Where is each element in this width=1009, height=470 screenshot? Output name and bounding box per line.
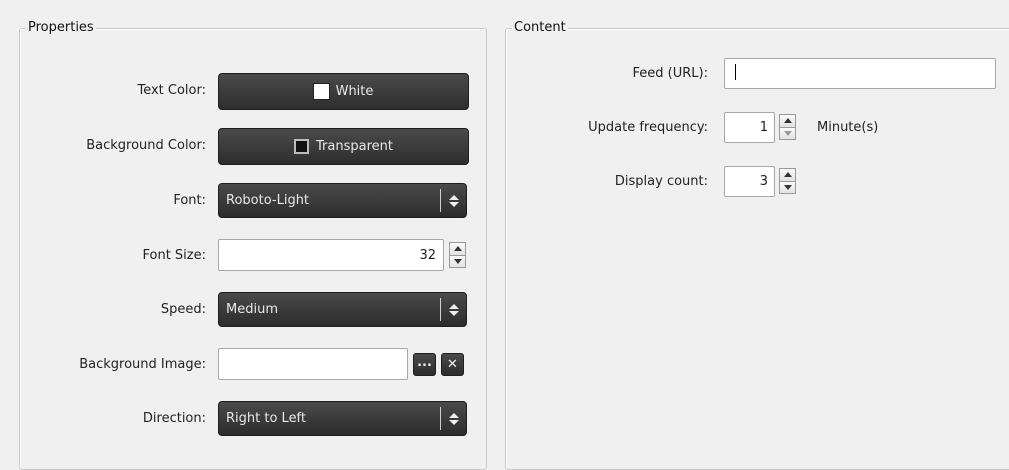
browse-button[interactable]: ... (413, 353, 436, 376)
direction-value: Right to Left (226, 411, 307, 426)
font-size-value: 32 (419, 247, 436, 263)
update-frequency-down-button[interactable] (779, 127, 796, 140)
display-count-down-button[interactable] (779, 181, 796, 194)
update-frequency-spinner[interactable] (779, 114, 796, 140)
direction-label: Direction: (142, 411, 206, 426)
white-swatch-icon (313, 84, 329, 99)
arrow-up-icon (783, 172, 792, 178)
display-count-label: Display count: (614, 174, 708, 189)
direction-select-updown-icon (448, 411, 460, 427)
speed-label: Speed: (160, 302, 206, 317)
arrow-down-icon (783, 184, 792, 190)
content-group-title: Content (512, 20, 568, 36)
background-color-button[interactable]: Transparent (218, 128, 469, 165)
display-count-input[interactable]: 3 (724, 166, 775, 197)
feed-url-label: Feed (URL): (632, 66, 708, 81)
properties-group-title: Properties (26, 20, 96, 36)
font-value: Roboto-Light (226, 193, 310, 208)
background-color-label: Background Color: (86, 138, 206, 153)
arrow-up-icon (783, 118, 792, 124)
display-count-value: 3 (759, 174, 768, 189)
display-count-up-button[interactable] (779, 168, 796, 182)
background-image-label: Background Image: (79, 357, 206, 372)
arrow-down-icon (783, 130, 792, 136)
direction-select-separator (440, 407, 441, 430)
update-frequency-unit: Minute(s) (817, 120, 879, 135)
text-color-button[interactable]: White (218, 73, 469, 110)
feed-url-input[interactable] (724, 58, 996, 89)
ellipsis-icon: ... (417, 355, 432, 370)
content-group: Content (505, 20, 1009, 470)
background-color-value: Transparent (316, 139, 393, 154)
speed-select-separator (440, 298, 441, 321)
display-count-spinner[interactable] (779, 168, 796, 194)
font-label: Font: (173, 193, 206, 208)
font-size-down-button[interactable] (449, 255, 466, 268)
font-size-label: Font Size: (142, 248, 206, 263)
update-frequency-input[interactable]: 1 (724, 112, 775, 143)
font-select-updown-icon (448, 193, 460, 209)
update-frequency-up-button[interactable] (779, 114, 796, 128)
text-color-label: Text Color: (137, 83, 206, 98)
text-caret (735, 64, 736, 80)
direction-select[interactable]: Right to Left (218, 401, 467, 436)
speed-value: Medium (226, 302, 278, 317)
clear-image-button[interactable]: ✕ (441, 353, 464, 376)
transparent-swatch-icon (294, 139, 310, 154)
close-icon: ✕ (447, 357, 458, 372)
update-frequency-label: Update frequency: (588, 120, 708, 135)
speed-select[interactable]: Medium (218, 292, 467, 327)
background-image-input[interactable] (218, 348, 408, 380)
arrow-down-icon (453, 258, 462, 264)
speed-select-updown-icon (448, 302, 460, 318)
font-size-input[interactable]: 32 (218, 239, 444, 271)
font-select-separator (440, 189, 441, 212)
font-size-up-button[interactable] (449, 242, 466, 256)
font-select[interactable]: Roboto-Light (218, 183, 467, 218)
text-color-value: White (335, 84, 374, 99)
font-size-spinner[interactable] (449, 242, 466, 268)
arrow-up-icon (453, 246, 462, 252)
update-frequency-value: 1 (759, 120, 768, 135)
